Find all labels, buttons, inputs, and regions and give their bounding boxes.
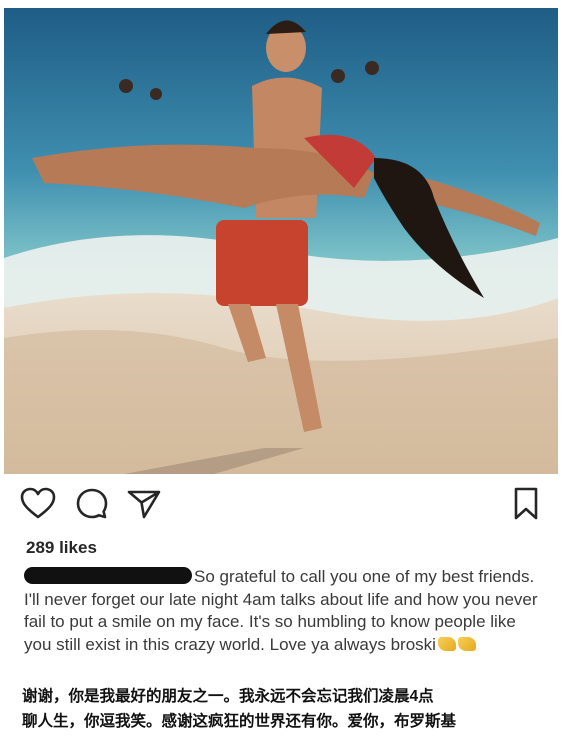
translation-line-1: 谢谢，你是我最好的朋友之一。我永远不会忘记我们凌晨4点: [22, 688, 434, 705]
comment-icon[interactable]: [74, 486, 110, 522]
send-icon[interactable]: [126, 486, 162, 522]
post-caption: So grateful to call you one of my best f…: [24, 566, 544, 656]
emoji-icon: [437, 636, 456, 651]
heart-icon[interactable]: [20, 486, 56, 522]
redacted-username: [24, 567, 192, 584]
post-action-bar: [18, 486, 546, 526]
chinese-translation: 谢谢，你是我最好的朋友之一。我永远不会忘记我们凌晨4点 聊人生，你逗我笑。感谢这…: [22, 684, 552, 734]
bookmark-icon[interactable]: [508, 486, 544, 522]
post-photo[interactable]: [4, 8, 558, 474]
likes-count[interactable]: 289 likes: [26, 538, 97, 558]
translation-line-2: 聊人生，你逗我笑。感谢这疯狂的世界还有你。爱你，布罗斯基: [22, 713, 457, 730]
emoji-icon: [457, 636, 476, 651]
beach-photo-illustration: [4, 8, 558, 474]
